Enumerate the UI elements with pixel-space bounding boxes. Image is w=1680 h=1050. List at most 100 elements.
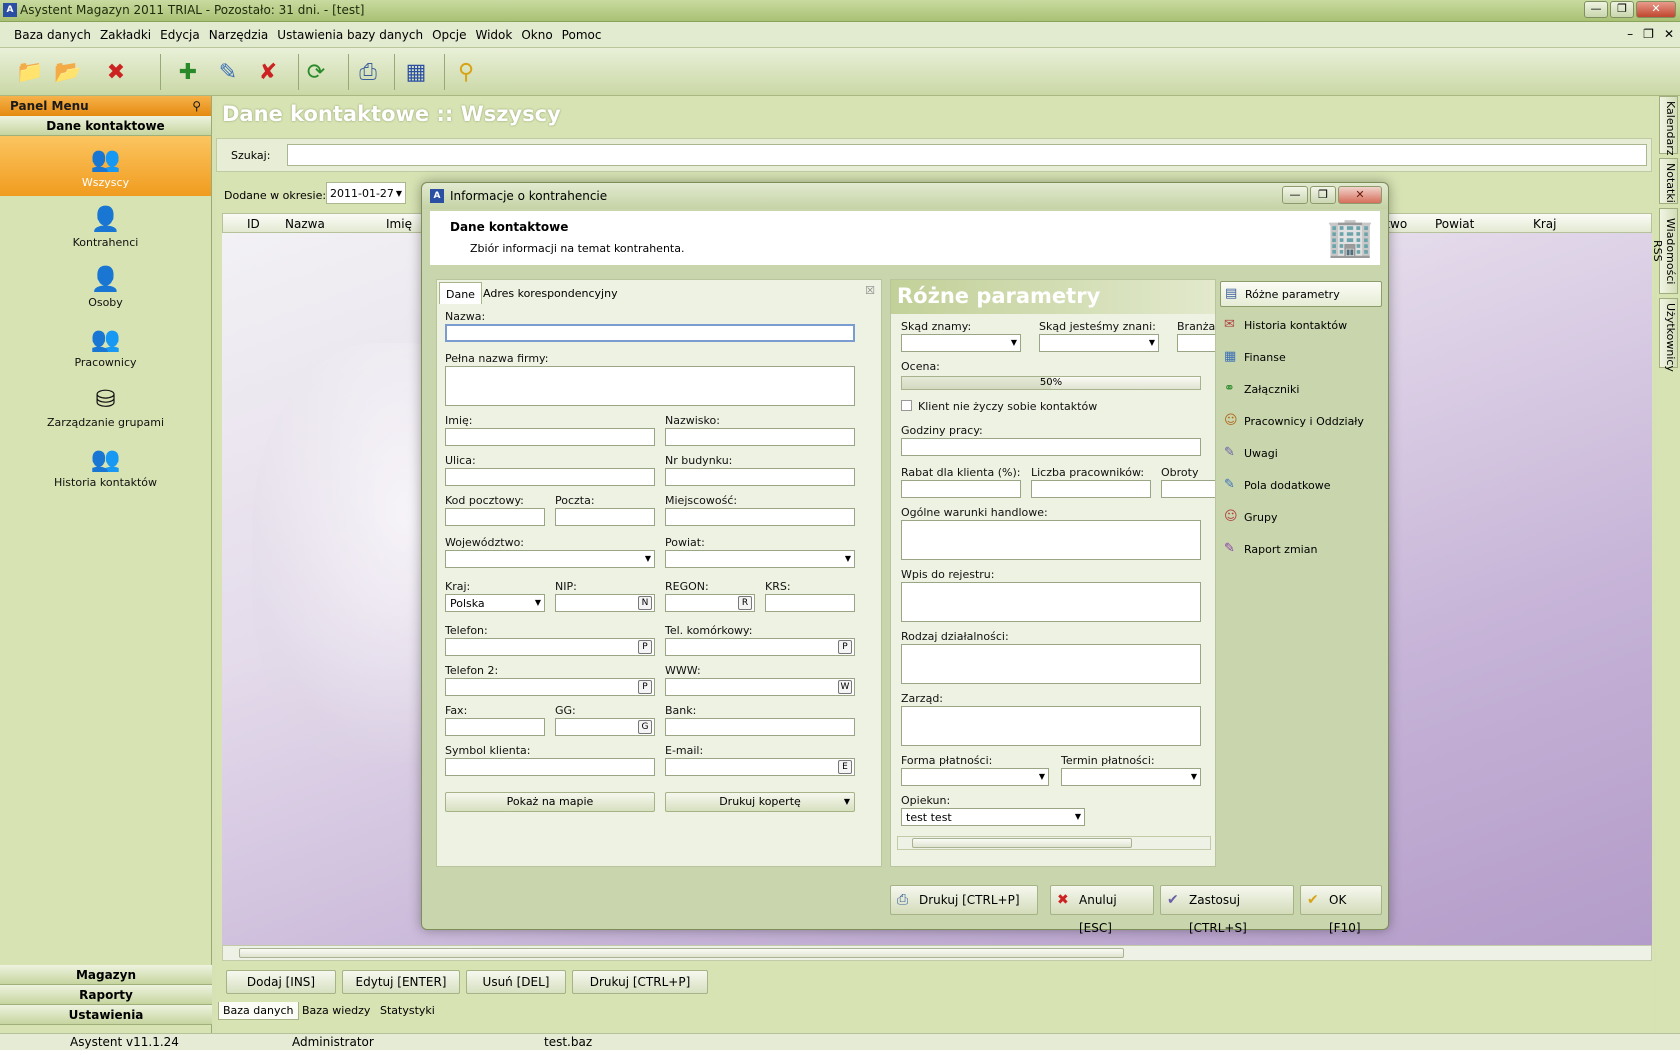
dialog-maximize-icon[interactable]: ❐ (1310, 186, 1336, 204)
bank-input[interactable] (665, 718, 855, 736)
menu-pomoc[interactable]: Pomoc (562, 28, 602, 42)
panel-section-ustawienia[interactable]: Ustawienia (0, 1005, 212, 1025)
zarzad-input[interactable] (901, 706, 1201, 746)
sidebar-item-zalaczniki[interactable]: ⚭ Załączniki (1220, 377, 1382, 403)
dialog-cancel-button[interactable]: ✖ Anuluj [ESC] (1050, 885, 1154, 935)
menu-edycja[interactable]: Edycja (160, 28, 200, 42)
www-input[interactable]: W (665, 678, 855, 696)
telefon-input[interactable]: P (445, 638, 655, 656)
gg-input[interactable]: G (555, 718, 655, 736)
menu-ustawienia-bazy[interactable]: Ustawienia bazy danych (277, 28, 423, 42)
mdi-restore-icon[interactable]: ❐ (1643, 27, 1654, 41)
menu-narzedzia[interactable]: Narzędzia (209, 28, 269, 42)
email-send-button[interactable]: E (838, 760, 852, 774)
calculator-icon[interactable]: ▦ (398, 54, 434, 90)
column-kraj[interactable]: Kraj (1533, 217, 1557, 231)
panel-item-pracownicy[interactable]: 👥 Pracownicy (0, 316, 211, 376)
mdi-close-icon[interactable]: ✕ (1664, 27, 1674, 41)
sidebar-item-finanse[interactable]: ▦ Finanse (1220, 345, 1382, 371)
skad-znamy-select[interactable]: ▼ (901, 334, 1021, 352)
regon-input[interactable]: R (665, 594, 755, 612)
poczta-input[interactable] (555, 508, 655, 526)
nazwa-input[interactable] (445, 324, 855, 342)
panel-item-wszyscy[interactable]: 👥 Wszyscy (0, 136, 211, 196)
ocena-slider[interactable]: 50% (901, 376, 1201, 390)
kod-pocztowy-input[interactable] (445, 508, 545, 526)
delete-record-icon[interactable]: ✘ (250, 54, 286, 90)
menu-okno[interactable]: Okno (521, 28, 552, 42)
panel-item-osoby[interactable]: 👤 Osoby (0, 256, 211, 316)
minimize-icon[interactable]: — (1584, 1, 1608, 18)
regon-lookup-button[interactable]: R (738, 596, 752, 610)
show-map-button[interactable]: Pokaż na mapie (445, 792, 655, 812)
menu-opcje[interactable]: Opcje (432, 28, 466, 42)
tab-baza-wiedzy[interactable]: Baza wiedzy (298, 1002, 374, 1020)
sidebar-item-rozne-parametry[interactable]: ▤ Różne parametry (1220, 281, 1382, 307)
open-folder-icon[interactable]: 📂 (50, 54, 86, 90)
nazwisko-input[interactable] (665, 428, 855, 446)
pelna-nazwa-input[interactable] (445, 366, 855, 406)
komorkowy-call-button[interactable]: P (838, 640, 852, 654)
sidebar-item-pola-dodatkowe[interactable]: ✎ Pola dodatkowe (1220, 473, 1382, 499)
symbol-klienta-input[interactable] (445, 758, 655, 776)
close-icon[interactable]: ✕ (1636, 1, 1676, 18)
wojewodztwo-select[interactable]: ▼ (445, 550, 655, 568)
panel-item-zarzadzanie-grupami[interactable]: ⛁ Zarządzanie grupami (0, 376, 211, 436)
nr-budynku-input[interactable] (665, 468, 855, 486)
dialog-apply-button[interactable]: ✔ Zastosuj [CTRL+S] (1160, 885, 1294, 935)
miejscowosc-input[interactable] (665, 508, 855, 526)
rabat-input[interactable] (901, 480, 1021, 498)
kraj-select[interactable]: Polska ▼ (445, 594, 545, 612)
column-nazwa[interactable]: Nazwa (285, 217, 325, 231)
tab-dane[interactable]: Dane (439, 282, 482, 304)
fax-input[interactable] (445, 718, 545, 736)
menu-baza-danych[interactable]: Baza danych (14, 28, 91, 42)
panel-item-historia-kontaktow[interactable]: 👥 Historia kontaktów (0, 436, 211, 496)
imie-input[interactable] (445, 428, 655, 446)
scrollbar-thumb[interactable] (239, 948, 1124, 958)
powiat-select[interactable]: ▼ (665, 550, 855, 568)
dialog-ok-button[interactable]: ✔ OK [F10] (1300, 885, 1382, 935)
warunki-handlowe-input[interactable] (901, 520, 1201, 560)
krs-input[interactable] (765, 594, 855, 612)
panel-section-dane-kontaktowe[interactable]: Dane kontaktowe (0, 116, 211, 136)
liczba-pracownikow-input[interactable] (1031, 480, 1151, 498)
side-tab-notatki[interactable]: Notatki (1659, 158, 1678, 204)
telefon-2-call-button[interactable]: P (638, 680, 652, 694)
gg-open-button[interactable]: G (638, 720, 652, 734)
email-input[interactable]: E (665, 758, 855, 776)
delete-folder-icon[interactable]: ✖ (98, 54, 134, 90)
new-folder-icon[interactable]: 📁 (12, 54, 48, 90)
bell-icon[interactable]: ⚲ (448, 54, 484, 90)
skad-znani-select[interactable]: ▼ (1039, 334, 1159, 352)
sidebar-item-uwagi[interactable]: ✎ Uwagi (1220, 441, 1382, 467)
tab-adres-korespondencyjny[interactable]: Adres korespondencyjny (477, 282, 624, 304)
dialog-minimize-icon[interactable]: — (1282, 186, 1308, 204)
nip-lookup-button[interactable]: N (638, 596, 652, 610)
maximize-icon[interactable]: ❐ (1610, 1, 1634, 18)
refresh-icon[interactable]: ⟳ (298, 54, 334, 90)
godziny-pracy-input[interactable] (901, 438, 1201, 456)
forma-platnosci-select[interactable]: ▼ (901, 768, 1049, 786)
print-envelope-button[interactable]: Drukuj kopertę ▼ (665, 792, 855, 812)
date-select[interactable]: 2011-01-27 ▼ (326, 182, 406, 204)
obroty-input[interactable] (1161, 480, 1215, 498)
wpis-rejestru-input[interactable] (901, 582, 1201, 622)
side-tab-kalendarz[interactable]: Kalendarz (1659, 96, 1678, 156)
sidebar-item-grupy[interactable]: ☺ Grupy (1220, 505, 1382, 531)
edit-record-icon[interactable]: ✎ (210, 54, 246, 90)
pane-close-icon[interactable]: ☒ (865, 284, 875, 297)
print-button[interactable]: Drukuj [CTRL+P] (572, 970, 708, 994)
sidebar-item-historia-kontaktow[interactable]: ✉ Historia kontaktów (1220, 313, 1382, 339)
delete-button[interactable]: Usuń [DEL] (466, 970, 566, 994)
panel-item-kontrahenci[interactable]: 👤 Kontrahenci (0, 196, 211, 256)
www-open-button[interactable]: W (838, 680, 852, 694)
params-scrollbar-thumb[interactable] (912, 838, 1132, 848)
ulica-input[interactable] (445, 468, 655, 486)
opiekun-select[interactable]: test test ▼ (901, 808, 1085, 826)
branza-select[interactable] (1177, 334, 1215, 352)
add-record-icon[interactable]: ✚ (170, 54, 206, 90)
print-icon[interactable]: ⎙ (350, 54, 386, 90)
termin-platnosci-select[interactable]: ▼ (1061, 768, 1201, 786)
panel-section-raporty[interactable]: Raporty (0, 985, 212, 1005)
